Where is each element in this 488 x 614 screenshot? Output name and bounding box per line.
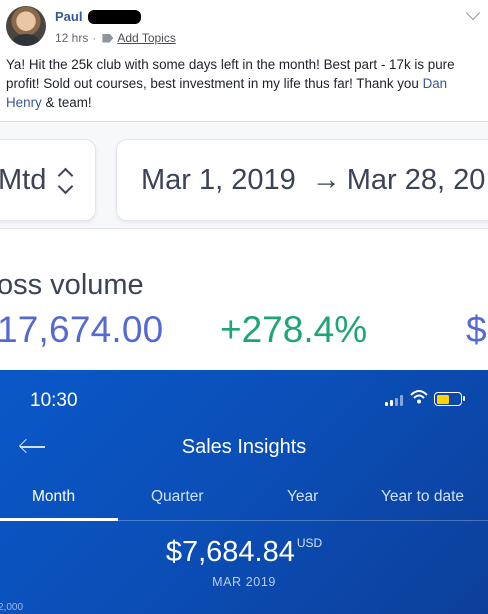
author-name[interactable]: Paul <box>55 9 82 24</box>
chart-axis-label: 2,000 <box>0 602 24 613</box>
tab-year[interactable]: Year <box>287 488 318 506</box>
start-date: Mar 1, 2019 <box>141 163 296 196</box>
tag-icon <box>102 33 114 43</box>
screen-title: Sales Insights <box>181 436 307 458</box>
next-metric-value: $ <box>466 309 487 350</box>
percent-change: +278.4% <box>220 309 368 350</box>
redacted-surname <box>88 9 142 24</box>
metric-label: oss volume <box>0 269 144 301</box>
period-tabs: Month Quarter Year Year to date <box>0 488 488 522</box>
active-tab-indicator <box>0 518 118 521</box>
battery-icon <box>434 392 465 406</box>
date-range-preset-select[interactable]: Mtd <box>0 140 95 220</box>
signal-icon <box>385 394 403 406</box>
end-date: Mar 28, 20 <box>346 163 486 196</box>
post-time[interactable]: 12 hrs <box>55 31 88 45</box>
sales-insights-screen: 10:30 Sales Insights Month Quarter Year … <box>0 370 488 614</box>
gross-volume-panel: oss volume 17,674.00 +278.4% $ <box>0 229 488 370</box>
meta-separator: · <box>92 31 97 45</box>
wifi-icon <box>410 390 428 404</box>
chevron-down-icon[interactable] <box>465 5 481 21</box>
author-row: Paul <box>55 9 142 24</box>
post-text-body: Ya! Hit the 25k club with some days left… <box>6 57 455 91</box>
post-text: Ya! Hit the 25k club with some days left… <box>6 55 484 112</box>
tab-quarter[interactable]: Quarter <box>151 488 204 506</box>
currency-code: USD <box>296 536 323 550</box>
range-preset-label: Mtd <box>0 163 47 196</box>
status-time: 10:30 <box>30 390 78 411</box>
tab-month[interactable]: Month <box>32 488 75 506</box>
arrow-right-icon: → <box>311 163 341 196</box>
post-meta: 12 hrs · Add Topics <box>55 31 176 45</box>
date-range-picker[interactable]: Mar 1, 2019 → Mar 28, 20 <box>117 140 488 220</box>
avatar[interactable] <box>6 6 46 46</box>
battery-fill <box>436 394 450 404</box>
stripe-dashboard: Mtd Mar 1, 2019 → Mar 28, 20 oss volume … <box>0 122 488 370</box>
gross-volume-amount: 17,674.00 <box>0 309 164 350</box>
sales-amount: $7,684.84 USD <box>0 536 488 569</box>
add-topics-link[interactable]: Add Topics <box>117 31 175 45</box>
select-updown-icon <box>59 164 73 198</box>
sales-amount-value: $7,684.84 <box>165 536 295 568</box>
period-label: MAR 2019 <box>212 575 276 589</box>
post-text-end: & team! <box>41 95 92 110</box>
facebook-post: Paul 12 hrs · Add Topics Ya! Hit the 25k… <box>0 0 488 122</box>
tab-year-to-date[interactable]: Year to date <box>381 488 464 506</box>
